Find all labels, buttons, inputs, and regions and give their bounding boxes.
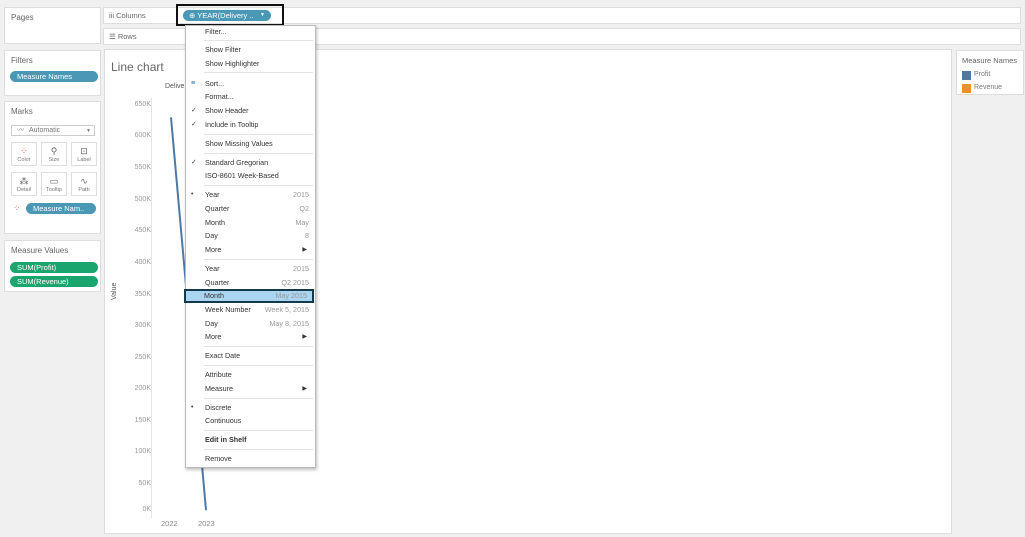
filters-card: Filters Measure Names bbox=[4, 50, 101, 96]
rows-label: ☰ Rows bbox=[109, 32, 137, 41]
legend-label-profit[interactable]: Profit bbox=[974, 71, 990, 78]
menu-item-iso-week[interactable]: ISO-8601 Week-Based bbox=[186, 170, 315, 182]
label-button[interactable]: ⊡ Label bbox=[71, 142, 97, 166]
marks-card: Marks 〰 Automatic ▼ ⁘ Color ⚲ Size ⊡ Lab… bbox=[4, 101, 101, 234]
menu-item-show-highlighter[interactable]: Show Highlighter bbox=[186, 58, 315, 70]
check-icon: ✓ bbox=[191, 121, 197, 128]
menu-item-include-tooltip[interactable]: ✓ Include in Tooltip bbox=[186, 119, 315, 131]
rows-icon: ☰ bbox=[109, 32, 116, 41]
pages-card: Pages bbox=[4, 7, 101, 44]
filters-title: Filters bbox=[11, 56, 33, 65]
detail-icon: ⁂ bbox=[19, 176, 29, 186]
menu-item-continuous[interactable]: Continuous bbox=[186, 415, 315, 427]
menu-item-show-header[interactable]: ✓ Show Header bbox=[186, 105, 315, 117]
menu-item-remove[interactable]: Remove bbox=[186, 453, 315, 465]
legend-label-revenue[interactable]: Revenue bbox=[974, 84, 1002, 91]
check-icon: ✓ bbox=[191, 107, 197, 114]
bullet-icon: • bbox=[191, 404, 194, 411]
label-label: Label bbox=[77, 157, 91, 163]
x-tick-2022: 2022 bbox=[161, 519, 178, 528]
pages-title: Pages bbox=[11, 13, 34, 22]
columns-label: iii Columns bbox=[109, 11, 146, 20]
menu-item-discrete[interactable]: • Discrete bbox=[186, 402, 315, 414]
field-context-menu: Filter... Show Filter Show Highlighter ≡… bbox=[184, 25, 316, 468]
menu-item-filter[interactable]: Filter... bbox=[186, 26, 315, 38]
legend-card: Measure Names Profit Revenue bbox=[956, 50, 1024, 95]
menu-item-standard-gregorian[interactable]: ✓ Standard Gregorian bbox=[186, 157, 315, 169]
size-icon: ⚲ bbox=[50, 146, 58, 156]
measure-values-title: Measure Values bbox=[11, 246, 69, 255]
filter-pill-measure-names[interactable]: Measure Names bbox=[10, 71, 98, 82]
menu-item-more-continuous[interactable]: More ▶ bbox=[186, 331, 315, 343]
menu-item-week-number[interactable]: Week Number Week 5, 2015 bbox=[186, 304, 315, 316]
measure-pill-profit[interactable]: SUM(Profit) bbox=[10, 262, 98, 273]
columns-icon: iii bbox=[109, 11, 114, 20]
sort-icon: ≡ bbox=[191, 80, 196, 87]
menu-item-measure[interactable]: Measure ▶ bbox=[186, 383, 315, 395]
mark-type-select[interactable]: 〰 Automatic ▼ bbox=[11, 125, 95, 136]
tooltip-icon: ▭ bbox=[49, 176, 59, 186]
legend-swatch-revenue[interactable] bbox=[962, 84, 971, 93]
menu-item-edit-in-shelf[interactable]: Edit in Shelf bbox=[186, 434, 315, 446]
color-label: Color bbox=[17, 157, 31, 163]
size-button[interactable]: ⚲ Size bbox=[41, 142, 67, 166]
data-point[interactable] bbox=[170, 116, 172, 118]
menu-item-format[interactable]: Format... bbox=[186, 91, 315, 103]
column-pill-year-delivery[interactable]: ⊕ YEAR(Delivery .. ▼ bbox=[183, 10, 271, 21]
menu-item-year[interactable]: • Year 2015 bbox=[186, 189, 315, 201]
detail-button[interactable]: ⁂ Detail bbox=[11, 172, 37, 196]
legend-title: Measure Names bbox=[962, 56, 1018, 65]
menu-item-sort[interactable]: ≡ Sort... bbox=[186, 78, 315, 90]
menu-item-attribute[interactable]: Attribute bbox=[186, 369, 315, 381]
color-dots-icon: ⁘ bbox=[13, 203, 21, 213]
menu-item-show-missing-values[interactable]: Show Missing Values bbox=[186, 138, 315, 150]
column-pill-label: YEAR(Delivery .. bbox=[197, 11, 254, 20]
data-point[interactable] bbox=[205, 509, 207, 511]
bullet-icon: • bbox=[191, 191, 194, 198]
menu-item-day-full[interactable]: Day May 8, 2015 bbox=[186, 318, 315, 330]
size-label: Size bbox=[48, 157, 60, 163]
measure-pill-revenue[interactable]: SUM(Revenue) bbox=[10, 276, 98, 287]
menu-item-month[interactable]: Month May bbox=[186, 217, 315, 229]
submenu-arrow-icon: ▶ bbox=[302, 247, 307, 253]
plus-icon: ⊕ bbox=[189, 11, 196, 20]
text-label-icon: ⊡ bbox=[80, 146, 88, 156]
tooltip-label: Tooltip bbox=[46, 187, 62, 193]
submenu-arrow-icon: ▶ bbox=[302, 334, 307, 340]
menu-item-quarter[interactable]: Quarter Q2 bbox=[186, 203, 315, 215]
line-chart-icon: 〰 bbox=[17, 127, 24, 134]
x-tick-2023: 2023 bbox=[198, 519, 215, 528]
submenu-arrow-icon: ▶ bbox=[302, 386, 307, 392]
tooltip-button[interactable]: ▭ Tooltip bbox=[41, 172, 67, 196]
marks-color-pill[interactable]: Measure Nam.. bbox=[26, 203, 96, 214]
menu-item-more[interactable]: More ▶ bbox=[186, 244, 315, 256]
menu-item-quarter-continuous[interactable]: Quarter Q2 2015 bbox=[186, 277, 315, 289]
color-icon: ⁘ bbox=[20, 146, 28, 156]
menu-item-day[interactable]: Day 8 bbox=[186, 230, 315, 242]
path-label: Path bbox=[78, 187, 90, 193]
dropdown-caret-icon: ▼ bbox=[260, 12, 265, 18]
detail-label: Detail bbox=[16, 187, 32, 193]
menu-item-show-filter[interactable]: Show Filter bbox=[186, 44, 315, 56]
measure-values-card: Measure Values SUM(Profit) SUM(Revenue) bbox=[4, 240, 101, 292]
check-icon: ✓ bbox=[191, 159, 197, 166]
color-button[interactable]: ⁘ Color bbox=[11, 142, 37, 166]
menu-item-exact-date[interactable]: Exact Date bbox=[186, 350, 315, 362]
path-button[interactable]: ∿ Path bbox=[71, 172, 97, 196]
menu-item-month-year[interactable]: Month May 2015 bbox=[184, 289, 314, 303]
menu-item-year-continuous[interactable]: Year 2015 bbox=[186, 263, 315, 275]
legend-swatch-profit[interactable] bbox=[962, 71, 971, 80]
path-icon: ∿ bbox=[80, 176, 88, 186]
marks-title: Marks bbox=[11, 107, 33, 116]
mark-type-value: Automatic bbox=[29, 127, 61, 134]
